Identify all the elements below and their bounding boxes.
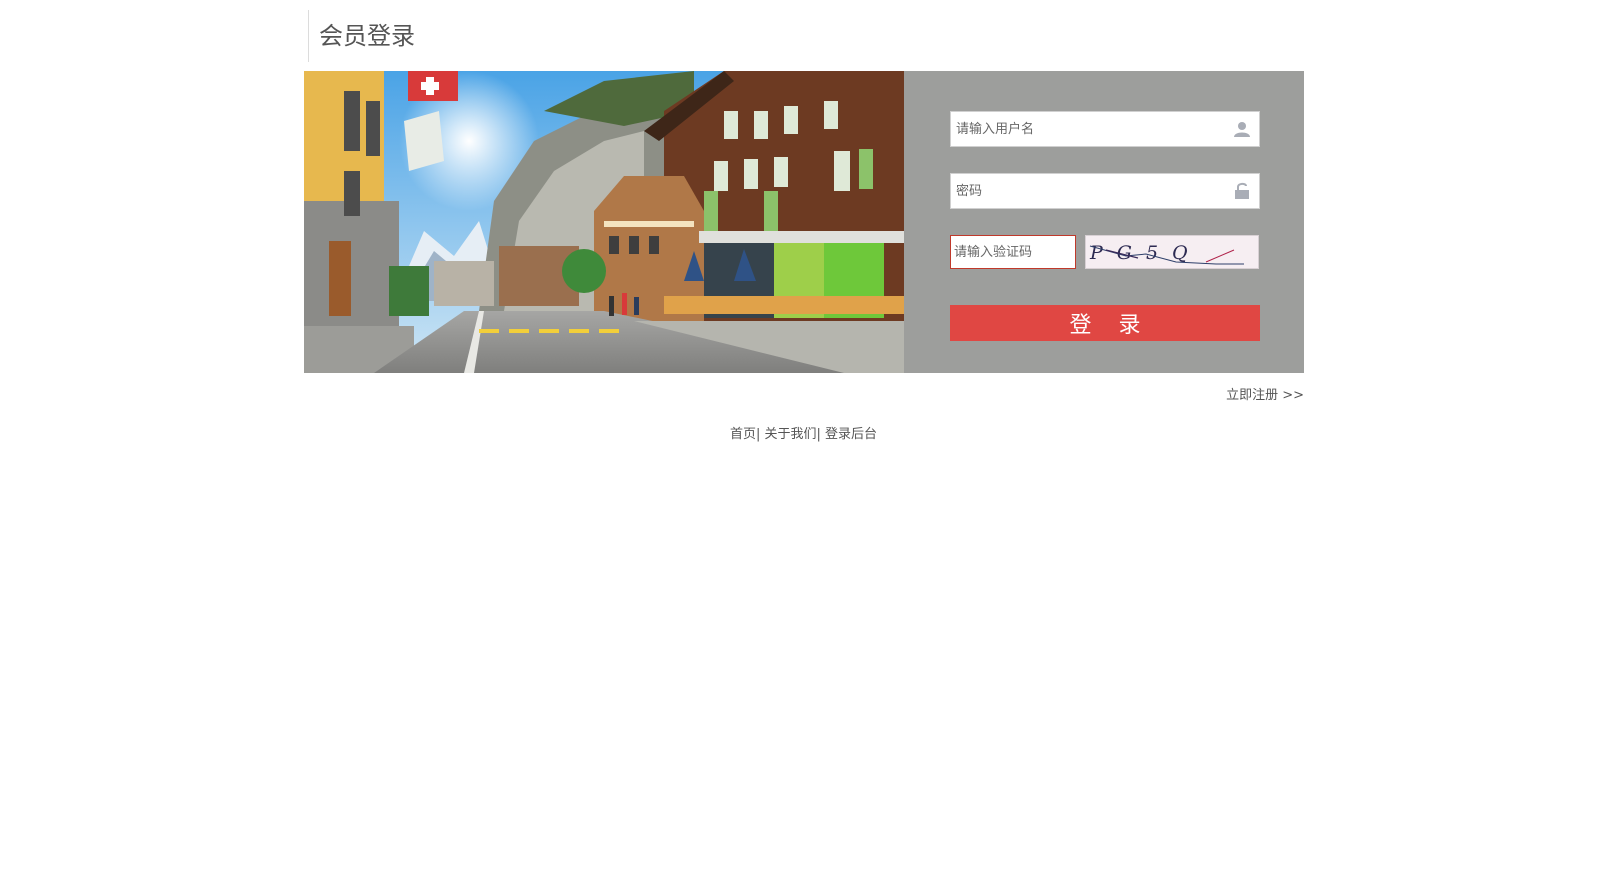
- register-link[interactable]: 立即注册 >>: [1226, 384, 1304, 403]
- captcha-input[interactable]: [951, 236, 1075, 268]
- footer-separator: |: [816, 427, 821, 442]
- captcha-text: PG5Q: [1089, 242, 1202, 264]
- captcha-image[interactable]: PG5Q: [1085, 235, 1259, 269]
- page-title: 会员登录: [319, 22, 415, 50]
- username-field-wrapper: [950, 111, 1260, 147]
- page-header: 会员登录: [308, 10, 415, 62]
- footer-link-home[interactable]: 首页: [730, 427, 756, 442]
- username-input[interactable]: [951, 112, 1225, 146]
- login-container: PG5Q 登 录: [304, 71, 1304, 373]
- banner-photo: [304, 71, 904, 373]
- password-field-wrapper: [950, 173, 1260, 209]
- login-form-panel: PG5Q 登 录: [904, 71, 1304, 373]
- user-icon: [1225, 111, 1259, 147]
- footer-link-admin[interactable]: 登录后台: [825, 427, 877, 442]
- footer-separator: |: [755, 427, 761, 442]
- login-button[interactable]: 登 录: [950, 305, 1260, 341]
- lock-icon: [1225, 173, 1259, 209]
- footer-nav: 首页| 关于我们| 登录后台: [0, 423, 1607, 442]
- captcha-field-wrapper: [950, 235, 1076, 269]
- footer-link-about[interactable]: 关于我们: [764, 427, 816, 442]
- village-street-image: [304, 71, 904, 373]
- password-input[interactable]: [951, 174, 1225, 208]
